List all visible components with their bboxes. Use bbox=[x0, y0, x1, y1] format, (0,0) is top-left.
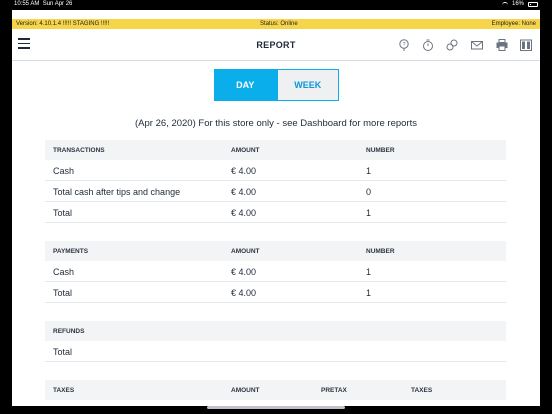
table-row: Total € 4.00 1 bbox=[45, 282, 506, 303]
report-summary: (Apr 26, 2020) For this store only - see… bbox=[135, 118, 417, 129]
column-header: PRETAX bbox=[321, 387, 347, 394]
home-indicator[interactable] bbox=[207, 406, 345, 409]
table-row: Total € 4.00 1 bbox=[45, 202, 506, 223]
row-number: 1 bbox=[366, 166, 372, 176]
table-header: REFUNDS bbox=[45, 321, 506, 341]
help-icon[interactable]: ? bbox=[397, 38, 411, 52]
info-bar: Version: 4.10.1.4 !!!!! STAGING !!!!! St… bbox=[12, 19, 540, 29]
tab-week[interactable]: WEEK bbox=[276, 69, 339, 101]
svg-text:?: ? bbox=[402, 42, 405, 48]
period-selector: DAY WEEK bbox=[214, 69, 339, 101]
column-header: PAYMENTS bbox=[53, 248, 89, 255]
clock: 10:55 AM Sun Apr 26 bbox=[14, 1, 73, 7]
column-header: AMOUNT bbox=[231, 248, 260, 255]
app-header: REPORT ? bbox=[12, 29, 540, 61]
battery-icon bbox=[528, 1, 538, 7]
column-header: TAXES bbox=[411, 387, 433, 394]
row-number: 0 bbox=[366, 187, 372, 197]
device-frame: 10:55 AM Sun Apr 26 16% Version: 4.10.1.… bbox=[0, 0, 552, 414]
column-header: AMOUNT bbox=[231, 147, 260, 154]
row-label: Cash bbox=[53, 267, 75, 277]
row-number: 1 bbox=[366, 267, 372, 277]
employee-text: Employee: None bbox=[491, 20, 536, 27]
version-text: Version: 4.10.1.4 !!!!! STAGING !!!!! bbox=[16, 20, 110, 27]
taxes-table: TAXES AMOUNT PRETAX TAXES bbox=[45, 380, 506, 400]
refunds-table: REFUNDS Total bbox=[45, 321, 506, 362]
row-amount: € 4.00 bbox=[231, 267, 257, 277]
tab-day[interactable]: DAY bbox=[214, 69, 277, 101]
page-title: REPORT bbox=[256, 40, 296, 50]
payments-table: PAYMENTS AMOUNT NUMBER Cash € 4.00 1 Tot… bbox=[45, 241, 506, 303]
wifi-icon bbox=[501, 2, 508, 6]
battery-percent: 16% bbox=[511, 1, 524, 7]
row-number: 1 bbox=[366, 208, 372, 218]
row-amount: € 4.00 bbox=[231, 288, 257, 298]
table-row: Total cash after tips and change € 4.00 … bbox=[45, 181, 506, 202]
row-number: 1 bbox=[366, 288, 372, 298]
column-header: NUMBER bbox=[366, 248, 395, 255]
column-header: TAXES bbox=[53, 387, 75, 394]
table-header: TRANSACTIONS AMOUNT NUMBER bbox=[45, 140, 506, 160]
table-header: PAYMENTS AMOUNT NUMBER bbox=[45, 241, 506, 261]
column-header: TRANSACTIONS bbox=[53, 147, 105, 154]
row-amount: € 4.00 bbox=[231, 187, 257, 197]
row-label: Cash bbox=[53, 166, 75, 176]
printer-icon[interactable] bbox=[495, 38, 509, 52]
table-row: Cash € 4.00 1 bbox=[45, 160, 506, 181]
app-screen: Version: 4.10.1.4 !!!!! STAGING !!!!! St… bbox=[12, 10, 540, 406]
table-row: Cash € 4.00 1 bbox=[45, 261, 506, 282]
row-label: Total bbox=[53, 208, 73, 218]
table-row: Total bbox=[45, 341, 506, 362]
row-amount: € 4.00 bbox=[231, 166, 257, 176]
timer-icon[interactable] bbox=[421, 38, 435, 52]
row-label: Total bbox=[53, 347, 73, 357]
table-header: TAXES AMOUNT PRETAX TAXES bbox=[45, 380, 506, 400]
transactions-table: TRANSACTIONS AMOUNT NUMBER Cash € 4.00 1… bbox=[45, 140, 506, 223]
row-amount: € 4.00 bbox=[231, 208, 257, 218]
status-text: Status: Online bbox=[260, 20, 298, 27]
row-label: Total bbox=[53, 288, 73, 298]
system-status-bar: 10:55 AM Sun Apr 26 16% bbox=[0, 0, 552, 10]
column-header: REFUNDS bbox=[53, 328, 85, 335]
link-icon[interactable] bbox=[445, 38, 459, 52]
row-label: Total cash after tips and change bbox=[53, 187, 181, 197]
mail-icon[interactable] bbox=[470, 38, 484, 52]
column-header: AMOUNT bbox=[231, 387, 260, 394]
column-header: NUMBER bbox=[366, 147, 395, 154]
cash-register-icon[interactable] bbox=[519, 38, 533, 52]
